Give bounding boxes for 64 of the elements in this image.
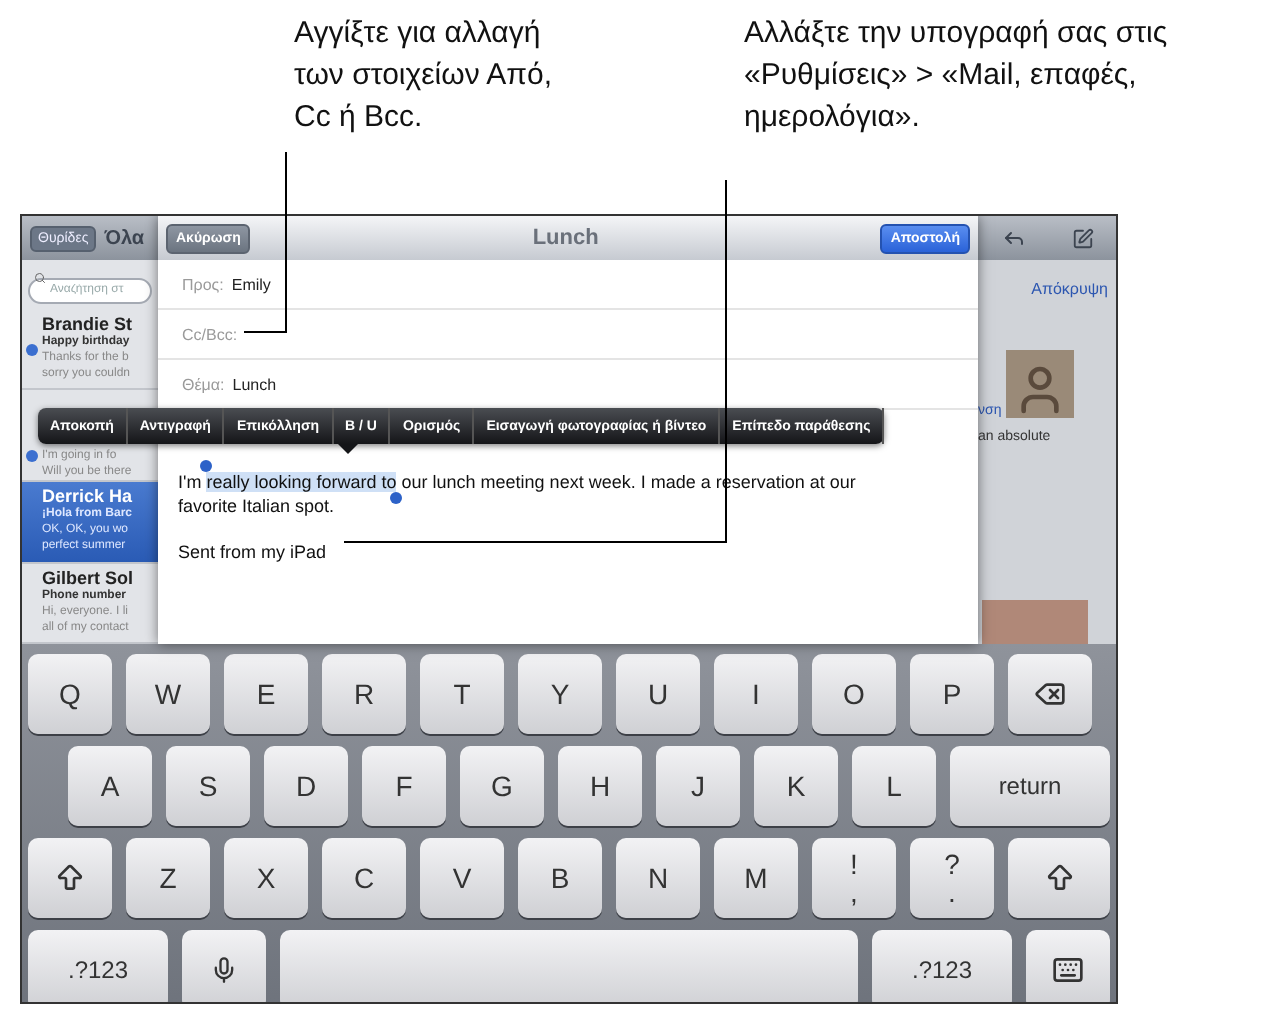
keyboard-key[interactable]: G (460, 746, 544, 826)
callout-text: Αλλάξτε την υπογραφή σας στις «Ρυθμίσεις» > «Mail, επαφές, ημερολόγια». (744, 14, 1170, 138)
keyboard-key[interactable]: S (166, 746, 250, 826)
keyboard-key[interactable]: T (420, 654, 504, 734)
keyboard-key[interactable]: K (754, 746, 838, 826)
keyboard-key[interactable]: W (126, 654, 210, 734)
keyboard-key[interactable]: Z (126, 838, 210, 918)
field-label: Θέμα: (182, 375, 225, 393)
keyboard-key[interactable]: X (224, 838, 308, 918)
search-icon (34, 272, 46, 284)
keyboard-key[interactable]: N (616, 838, 700, 918)
shift-arrow-icon (54, 862, 86, 894)
sender-name: Gilbert Sol (42, 567, 136, 587)
keyboard-key[interactable]: D (264, 746, 348, 826)
keyboard-key[interactable]: C (322, 838, 406, 918)
microphone-icon (210, 956, 238, 984)
mailbox-title: Όλα (104, 227, 145, 249)
sender-name: Brandie St (42, 313, 135, 333)
keyboard-key[interactable]: O (812, 654, 896, 734)
keyboard-key[interactable]: Y (518, 654, 602, 734)
menu-pointer-icon (338, 444, 358, 454)
mic-key[interactable] (182, 930, 266, 1002)
selection-handle[interactable] (200, 460, 213, 472)
field-value: Emily (231, 275, 271, 293)
keyboard-key[interactable]: A (68, 746, 152, 826)
reply-arrow-icon[interactable] (1001, 226, 1025, 250)
keyboard-key[interactable]: M (714, 838, 798, 918)
keyboard-key[interactable]: F (362, 746, 446, 826)
keyboard-key[interactable]: P (910, 654, 994, 734)
shift-arrow-icon (1043, 862, 1075, 894)
keyboard-key[interactable]: B (518, 838, 602, 918)
selection-handle[interactable] (390, 492, 403, 504)
field-label: Cc/Bcc: (182, 325, 238, 343)
keyboard-key[interactable]: .?123 (872, 930, 1012, 1002)
keyboard-key[interactable]: return (950, 746, 1110, 826)
keyboard-key[interactable]: E (224, 654, 308, 734)
keyboard-key[interactable]: Q (28, 654, 112, 734)
keyboard-key[interactable]: U (616, 654, 700, 734)
compose-icon[interactable] (1071, 227, 1093, 249)
backspace-icon (1034, 678, 1066, 710)
photo-placeholder (982, 600, 1088, 644)
keyboard-key[interactable]: R (322, 654, 406, 734)
keyboard-key[interactable]: L (852, 746, 936, 826)
sender-name: Derrick Ha (42, 486, 135, 506)
shift-key[interactable] (28, 838, 112, 918)
callout-text: Αγγίξτε για αλλαγή των στοιχείων Από, Cc ή Bcc. (294, 14, 555, 138)
keyboard-key[interactable]: .?123 (28, 930, 168, 1002)
keyboard-key[interactable]: J (656, 746, 740, 826)
keyboard-icon (1052, 954, 1084, 986)
hide-link[interactable]: Απόκρυψη (1031, 280, 1108, 298)
keyboard-key[interactable]: ? . (910, 838, 994, 918)
keyboard-key[interactable]: V (420, 838, 504, 918)
shift-key[interactable] (1008, 838, 1110, 918)
compose-title: Lunch (532, 226, 599, 250)
signature-text: Sent from my iPad (178, 542, 329, 562)
keyboard-key[interactable]: H (558, 746, 642, 826)
keyboard-key[interactable]: I (714, 654, 798, 734)
field-label: Προς: (182, 275, 224, 293)
delete-key[interactable] (1008, 654, 1092, 734)
hide-key[interactable] (1026, 930, 1110, 1002)
keyboard-key[interactable]: ! , (812, 838, 896, 918)
header-field[interactable]: Προς: Emily (158, 260, 978, 310)
field-value: Lunch (232, 375, 277, 393)
avatar-placeholder (1005, 350, 1074, 418)
